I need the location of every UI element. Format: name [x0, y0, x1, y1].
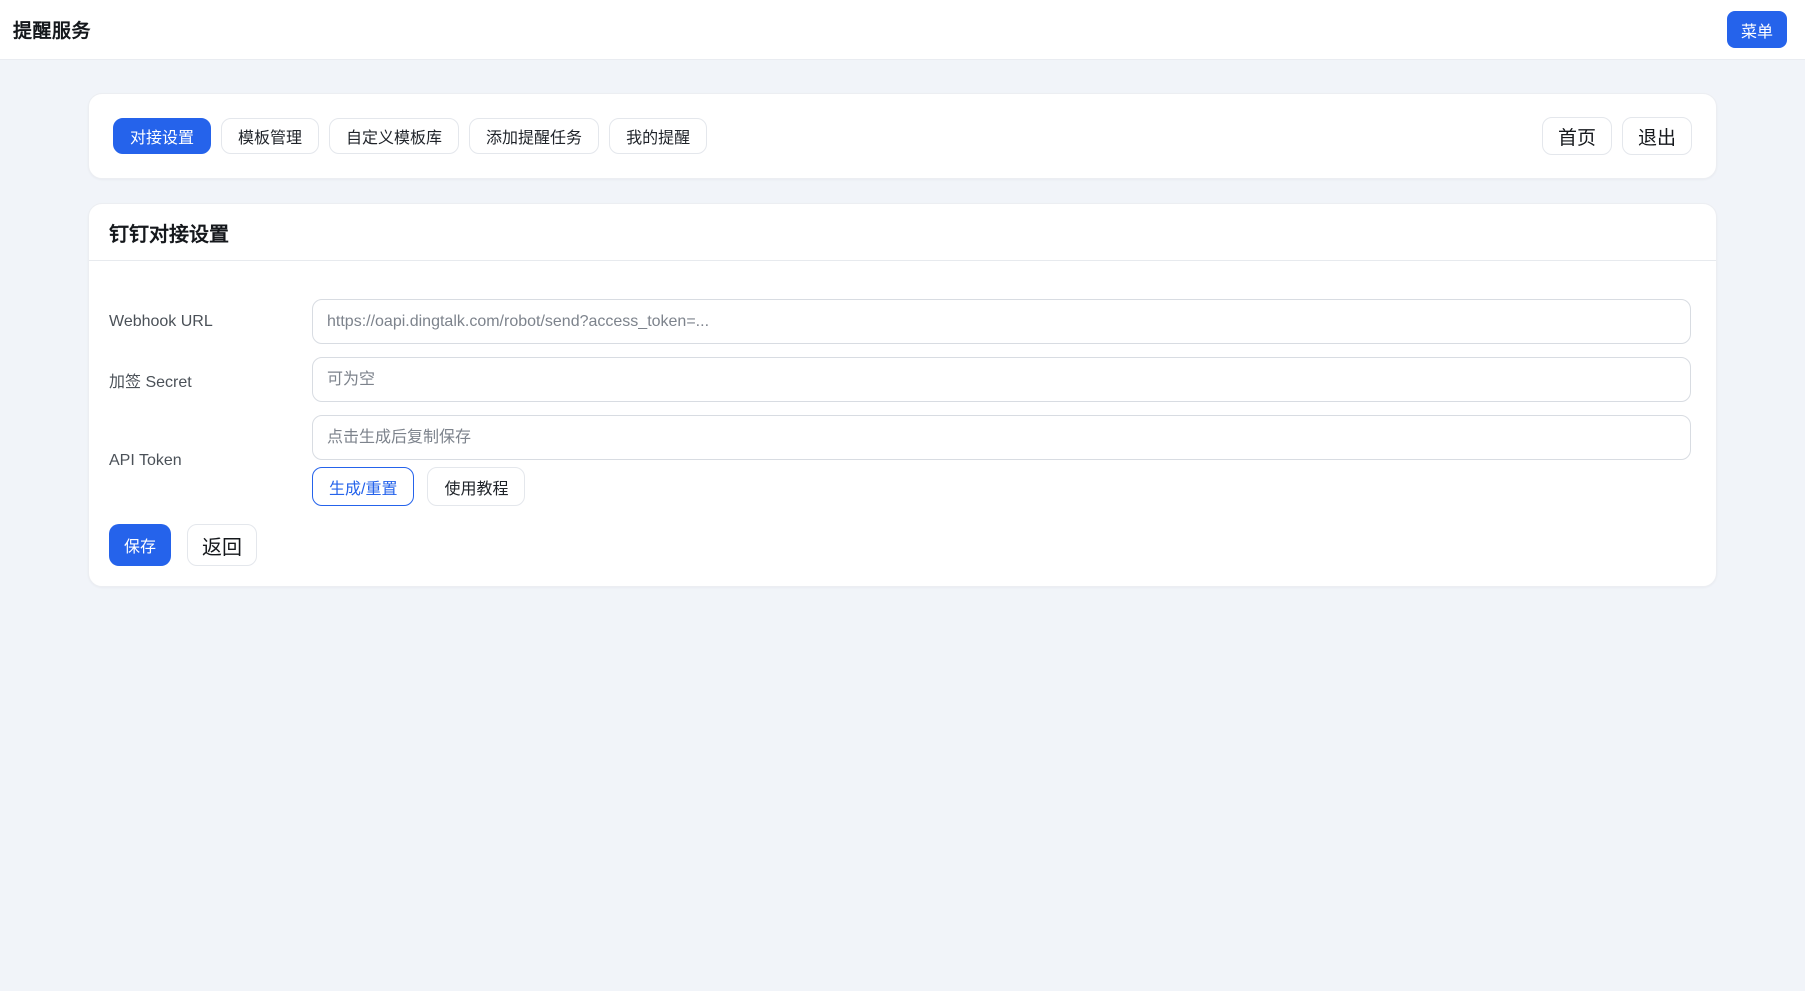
home-button[interactable]: 首页: [1541, 117, 1612, 155]
tutorial-button[interactable]: 使用教程: [427, 467, 526, 506]
webhook-url-field-wrap: [312, 299, 1691, 344]
secret-row: 加签 Secret: [109, 357, 1691, 402]
secret-input[interactable]: [312, 357, 1691, 402]
webhook-url-input[interactable]: [312, 299, 1691, 344]
save-button[interactable]: 保存: [109, 524, 172, 566]
menu-button[interactable]: 菜单: [1726, 11, 1787, 48]
nav-tab-group: 对接设置 模板管理 自定义模板库 添加提醒任务 我的提醒: [113, 118, 708, 154]
panel-title: 钉钉对接设置: [109, 224, 229, 246]
api-token-label: API Token: [109, 451, 182, 469]
secret-label: 加签 Secret: [109, 373, 192, 391]
dingtalk-settings-panel: 钉钉对接设置 Webhook URL 加签 Secret API Token: [88, 203, 1717, 587]
form-actions: 保存 返回: [109, 524, 1691, 566]
panel-header: 钉钉对接设置: [89, 204, 1716, 261]
tab-custom-template-library[interactable]: 自定义模板库: [329, 118, 460, 154]
back-button[interactable]: 返回: [187, 524, 258, 566]
secret-field-wrap: [312, 357, 1691, 402]
top-header: 提醒服务 菜单: [0, 0, 1805, 60]
panel-body: Webhook URL 加签 Secret API Token 生成/重置 使用…: [89, 261, 1716, 586]
app-title: 提醒服务: [13, 21, 92, 42]
api-token-field-wrap: 生成/重置 使用教程: [312, 415, 1691, 506]
api-token-row: API Token 生成/重置 使用教程: [109, 415, 1691, 506]
exit-button[interactable]: 退出: [1621, 117, 1692, 155]
webhook-url-label: Webhook URL: [109, 312, 213, 330]
tab-my-reminders[interactable]: 我的提醒: [609, 118, 708, 154]
generate-reset-button[interactable]: 生成/重置: [312, 467, 415, 506]
tab-add-reminder-task[interactable]: 添加提醒任务: [469, 118, 600, 154]
nav-right-group: 首页 退出: [1541, 117, 1692, 155]
tab-template-management[interactable]: 模板管理: [221, 118, 320, 154]
webhook-url-row: Webhook URL: [109, 299, 1691, 344]
content-container: 对接设置 模板管理 自定义模板库 添加提醒任务 我的提醒 首页 退出 钉钉对接设…: [88, 93, 1717, 587]
navigation-bar: 对接设置 模板管理 自定义模板库 添加提醒任务 我的提醒 首页 退出: [88, 93, 1717, 179]
api-token-buttons: 生成/重置 使用教程: [312, 467, 1691, 506]
api-token-input[interactable]: [312, 415, 1691, 460]
tab-integration-settings[interactable]: 对接设置: [113, 118, 212, 154]
